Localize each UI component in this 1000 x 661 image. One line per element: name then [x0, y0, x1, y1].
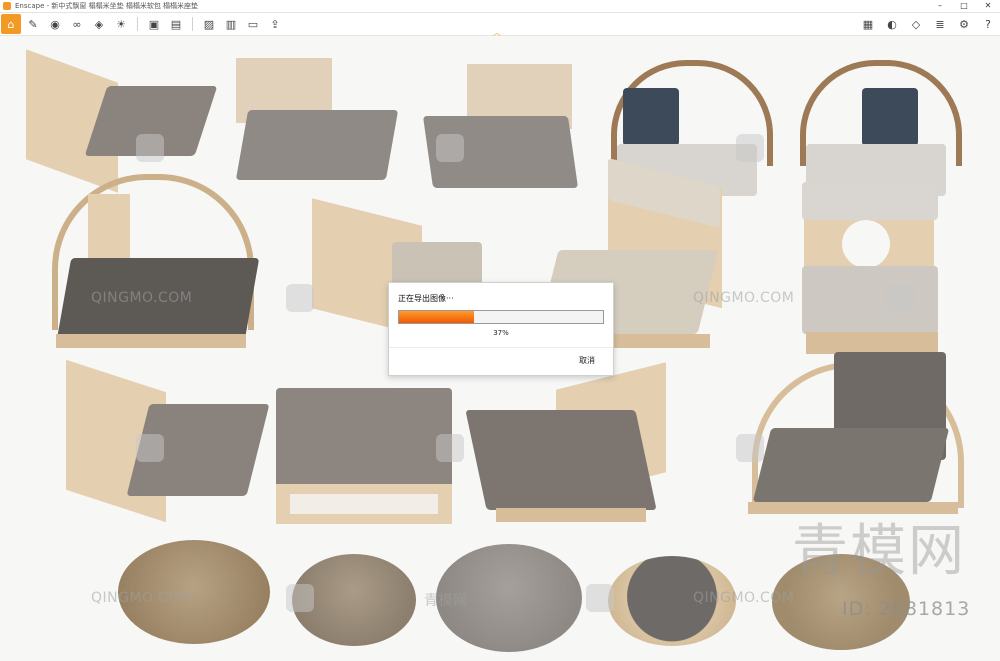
floor-chair-angled-3 — [465, 362, 666, 540]
sun-icon[interactable]: ☀ — [111, 14, 131, 34]
close-icon[interactable]: ✕ — [976, 0, 1000, 12]
mask-icon[interactable]: ◐ — [882, 14, 902, 34]
watermark-text: QINGMO.COM — [693, 290, 795, 306]
cancel-button[interactable]: 取消 — [579, 355, 595, 366]
watermark-logo-icon — [736, 134, 764, 162]
binoculars-icon[interactable]: ∞ — [67, 14, 87, 34]
maximize-icon[interactable]: □ — [952, 0, 976, 12]
tag-icon[interactable]: ◈ — [89, 14, 109, 34]
watermark-logo-icon — [886, 284, 914, 312]
panorama-icon[interactable]: ▭ — [243, 14, 263, 34]
home-icon[interactable]: ⌂ — [1, 14, 21, 34]
export-progress-dialog: 正在导出图像··· 37% 取消 — [388, 282, 614, 376]
watermark-logo-icon — [136, 434, 164, 462]
toolbar-separator — [192, 17, 193, 31]
enscape-logo-icon — [3, 2, 11, 10]
watermark-cn: 青模网 — [424, 593, 468, 609]
armchair-wave — [46, 174, 261, 374]
ottoman-square — [276, 388, 452, 528]
watermark-logo-icon — [286, 284, 314, 312]
layers-icon[interactable]: ≣ — [930, 14, 950, 34]
dialog-title: 正在导出图像··· — [398, 294, 454, 303]
camera-icon[interactable]: ◉ — [45, 14, 65, 34]
library-icon[interactable]: ▦ — [858, 14, 878, 34]
watermark-logo-icon — [736, 434, 764, 462]
help-icon[interactable]: ? — [978, 14, 998, 34]
watermark-text: QINGMO.COM — [91, 590, 193, 606]
watermark-logo-icon — [136, 134, 164, 162]
watermark-text: QINGMO.COM — [91, 290, 193, 306]
minimize-icon[interactable]: – — [928, 0, 952, 12]
image-icon[interactable]: ▨ — [199, 14, 219, 34]
watermark-brand: 青模网 — [792, 519, 966, 584]
floor-chair-1 — [26, 49, 218, 193]
progress-fill — [399, 311, 475, 323]
toolbar-separator — [137, 17, 138, 31]
video-icon[interactable]: ▥ — [221, 14, 241, 34]
watermark-logo-icon — [586, 584, 614, 612]
cube-icon[interactable]: ◇ — [906, 14, 926, 34]
title-bar: Enscape - 新中式飘窗 榻榻米坐垫 榻榻米软包 榻榻米座垫 – □ ✕ — [0, 0, 1000, 13]
progress-percent: 37% — [493, 329, 509, 337]
watermark-id: ID: 2081813 — [842, 598, 971, 620]
batch-render-icon[interactable]: ▤ — [166, 14, 186, 34]
moon-back-chair — [798, 182, 940, 362]
export-icon[interactable]: ⇪ — [265, 14, 285, 34]
window-title: Enscape - 新中式飘窗 榻榻米坐垫 榻榻米软包 榻榻米座垫 — [15, 2, 199, 10]
tools-icon[interactable]: ✎ — [23, 14, 43, 34]
dialog-divider — [389, 347, 613, 348]
watermark-logo-icon — [436, 434, 464, 462]
export-progress-bar — [398, 310, 604, 324]
watermark-text: QINGMO.COM — [693, 590, 795, 606]
settings-icon[interactable]: ⚙ — [954, 14, 974, 34]
watermark-logo-icon — [286, 584, 314, 612]
watermark-logo-icon — [436, 134, 464, 162]
asset-icon[interactable]: ▣ — [144, 14, 164, 34]
